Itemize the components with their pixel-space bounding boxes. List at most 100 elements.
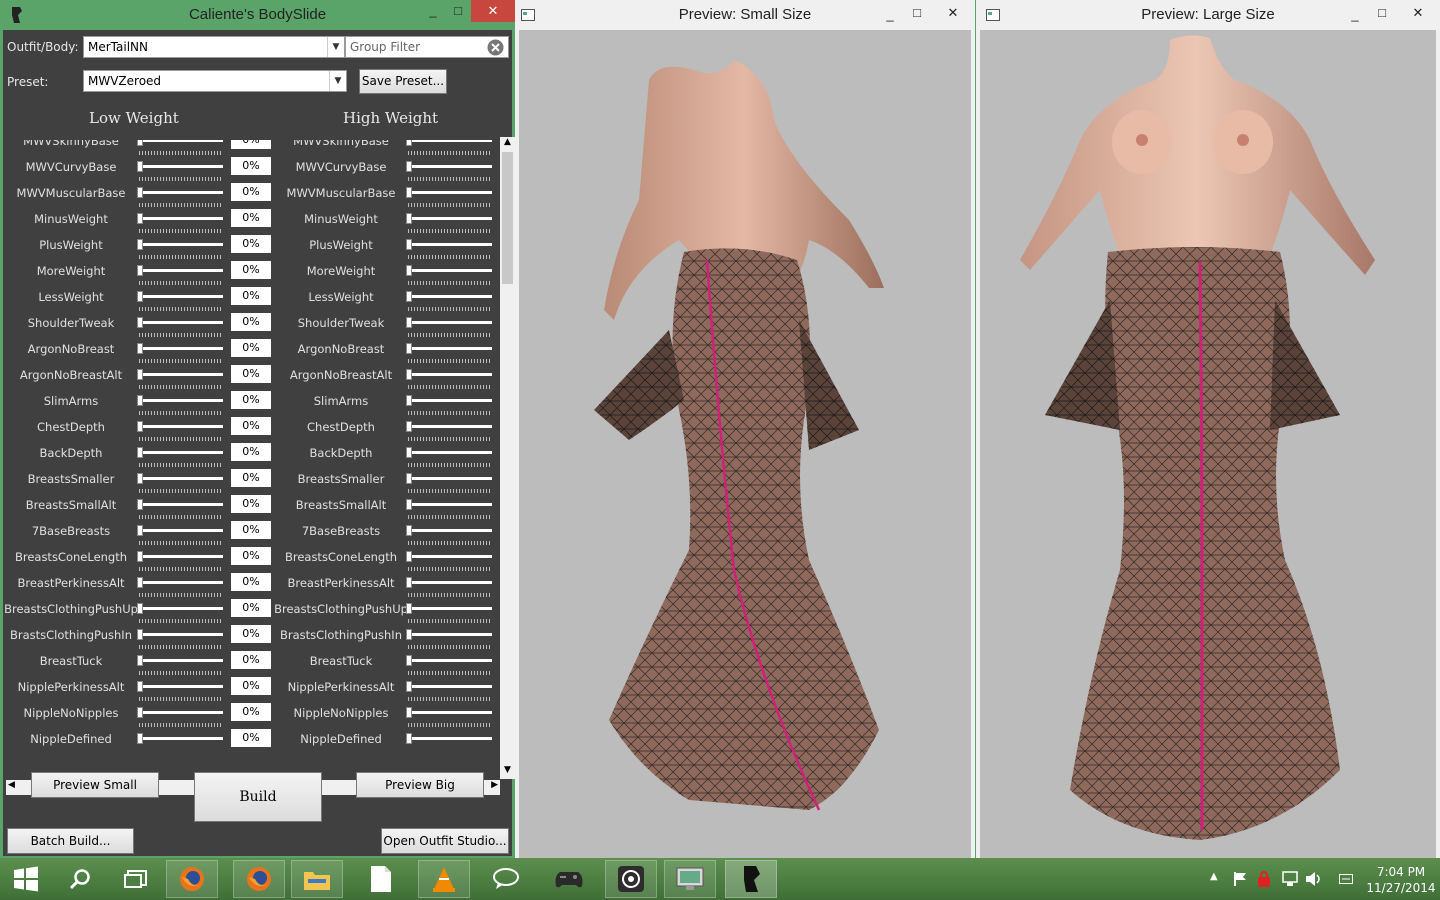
slider-thumb[interactable]	[137, 140, 143, 146]
network-icon[interactable]	[1281, 871, 1299, 887]
slider-thumb[interactable]	[137, 291, 143, 302]
slider-thumb[interactable]	[137, 551, 143, 562]
slider-thumb[interactable]	[406, 187, 412, 198]
high-weight-slider[interactable]	[406, 577, 492, 597]
low-weight-value[interactable]: 0%	[231, 625, 271, 643]
preview-large-titlebar[interactable]: Preview: Large Size _ □ ✕	[976, 0, 1440, 30]
slider-thumb[interactable]	[137, 577, 143, 588]
low-weight-value[interactable]: 0%	[231, 339, 271, 357]
low-weight-slider[interactable]	[137, 317, 223, 337]
slider-thumb[interactable]	[137, 239, 143, 250]
high-weight-slider[interactable]	[406, 707, 492, 727]
low-weight-value[interactable]: 0%	[231, 235, 271, 253]
maximize-button[interactable]: □	[446, 0, 470, 22]
preview-large-viewport[interactable]	[980, 30, 1436, 858]
slider-thumb[interactable]	[137, 161, 143, 172]
low-weight-value[interactable]: 0%	[231, 469, 271, 487]
low-weight-value[interactable]: 0%	[231, 651, 271, 669]
high-weight-slider[interactable]	[406, 187, 492, 207]
slider-thumb[interactable]	[137, 629, 143, 640]
high-weight-slider[interactable]	[406, 551, 492, 571]
low-weight-value[interactable]: 0%	[231, 677, 271, 695]
low-weight-slider[interactable]	[137, 369, 223, 389]
slider-thumb[interactable]	[406, 655, 412, 666]
slider-thumb[interactable]	[406, 603, 412, 614]
low-weight-slider[interactable]	[137, 577, 223, 597]
outfit-combo[interactable]: MerTailNN ▼	[83, 36, 345, 58]
scroll-down-icon[interactable]: ▼	[500, 765, 515, 779]
build-button[interactable]: Build	[194, 772, 322, 822]
slider-thumb[interactable]	[137, 447, 143, 458]
low-weight-slider[interactable]	[137, 681, 223, 701]
high-weight-slider[interactable]	[406, 473, 492, 493]
high-weight-slider[interactable]	[406, 140, 492, 155]
high-weight-slider[interactable]	[406, 655, 492, 675]
high-weight-slider[interactable]	[406, 681, 492, 701]
low-weight-slider[interactable]	[137, 291, 223, 311]
slider-thumb[interactable]	[406, 161, 412, 172]
low-weight-value[interactable]: 0%	[231, 521, 271, 539]
high-weight-slider[interactable]	[406, 291, 492, 311]
slider-thumb[interactable]	[406, 265, 412, 276]
scroll-thumb[interactable]	[502, 152, 513, 284]
low-weight-value[interactable]: 0%	[231, 157, 271, 175]
slider-thumb[interactable]	[137, 395, 143, 406]
slider-thumb[interactable]	[406, 213, 412, 224]
close-button[interactable]: ✕	[931, 2, 975, 24]
slider-thumb[interactable]	[406, 551, 412, 562]
low-weight-slider[interactable]	[137, 421, 223, 441]
slider-thumb[interactable]	[137, 343, 143, 354]
minimize-button[interactable]: _	[877, 4, 903, 26]
low-weight-slider[interactable]	[137, 161, 223, 181]
slider-thumb[interactable]	[137, 681, 143, 692]
maximize-button[interactable]: □	[905, 2, 929, 24]
slider-thumb[interactable]	[137, 655, 143, 666]
low-weight-slider[interactable]	[137, 265, 223, 285]
high-weight-slider[interactable]	[406, 421, 492, 441]
monitor-icon[interactable]	[664, 860, 716, 898]
low-weight-value[interactable]: 0%	[231, 313, 271, 331]
preview-big-button[interactable]: Preview Big	[356, 772, 484, 798]
slider-thumb[interactable]	[406, 525, 412, 536]
low-weight-slider[interactable]	[137, 447, 223, 467]
close-button[interactable]: ✕	[471, 0, 515, 22]
low-weight-slider[interactable]	[137, 239, 223, 259]
file-explorer-icon[interactable]	[291, 860, 343, 898]
slider-thumb[interactable]	[406, 317, 412, 328]
slider-thumb[interactable]	[406, 291, 412, 302]
low-weight-slider[interactable]	[137, 140, 223, 155]
preview-small-titlebar[interactable]: Preview: Small Size _ □ ✕	[515, 0, 975, 30]
firefox-icon[interactable]	[233, 860, 285, 898]
low-weight-slider[interactable]	[137, 603, 223, 623]
high-weight-slider[interactable]	[406, 447, 492, 467]
high-weight-slider[interactable]	[406, 629, 492, 649]
slider-thumb[interactable]	[137, 525, 143, 536]
low-weight-slider[interactable]	[137, 395, 223, 415]
security-icon[interactable]	[1257, 870, 1271, 888]
steam-icon[interactable]	[605, 860, 657, 898]
batch-build-button[interactable]: Batch Build...	[7, 828, 134, 854]
preview-small-viewport[interactable]	[519, 30, 971, 858]
firefox-icon[interactable]	[166, 860, 218, 898]
low-weight-value[interactable]: 0%	[231, 599, 271, 617]
low-weight-slider[interactable]	[137, 707, 223, 727]
slider-thumb[interactable]	[137, 499, 143, 510]
low-weight-slider[interactable]	[137, 733, 223, 744]
low-weight-slider[interactable]	[137, 525, 223, 545]
high-weight-slider[interactable]	[406, 369, 492, 389]
tray-chevron-icon[interactable]: ▲	[1210, 871, 1218, 882]
save-preset-button[interactable]: Save Preset...	[359, 69, 447, 94]
clock[interactable]: 7:04 PM 11/27/2014	[1362, 858, 1440, 900]
vertical-scrollbar[interactable]: ▲ ▼	[500, 137, 515, 779]
slider-thumb[interactable]	[406, 499, 412, 510]
high-weight-slider[interactable]	[406, 343, 492, 363]
minimize-button[interactable]: _	[420, 0, 446, 22]
low-weight-slider[interactable]	[137, 655, 223, 675]
slider-thumb[interactable]	[406, 681, 412, 692]
low-weight-value[interactable]: 0%	[231, 183, 271, 201]
low-weight-value[interactable]: 0%	[231, 261, 271, 279]
slider-thumb[interactable]	[137, 187, 143, 198]
slider-thumb[interactable]	[406, 707, 412, 718]
slider-thumb[interactable]	[137, 213, 143, 224]
preset-combo[interactable]: MWVZeroed ▼	[83, 70, 347, 92]
